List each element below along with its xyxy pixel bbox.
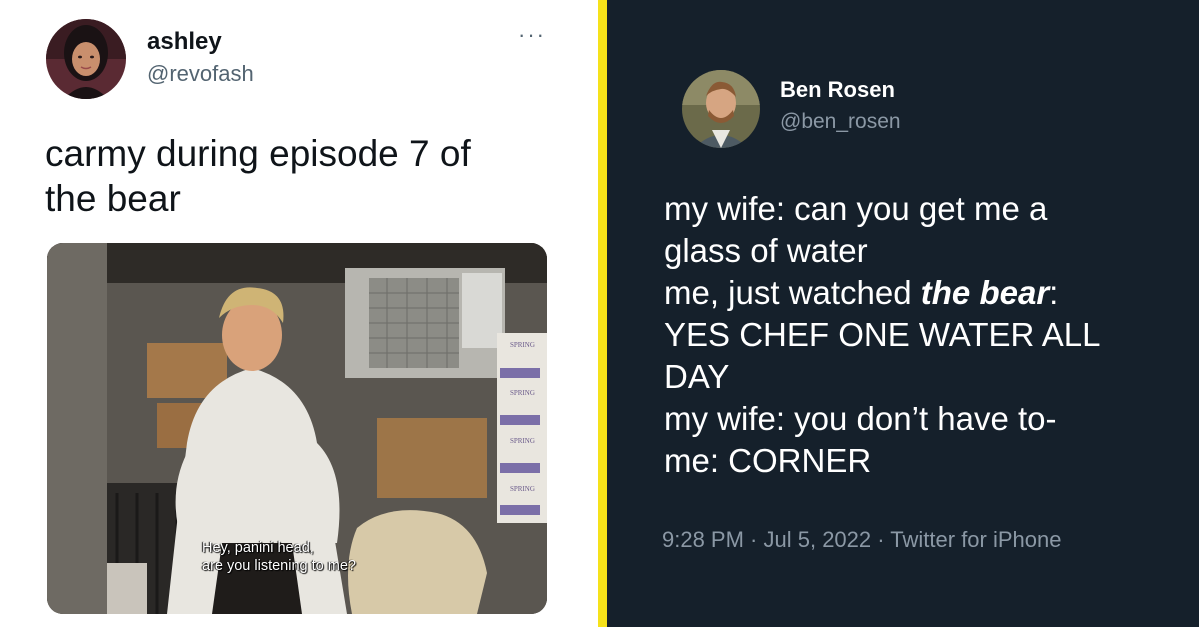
tweet-date[interactable]: Jul 5, 2022 — [764, 527, 872, 552]
yellow-divider — [598, 0, 607, 627]
meta-separator: · — [871, 527, 891, 552]
more-options-icon[interactable]: ··· — [518, 22, 546, 48]
meta-separator: · — [743, 527, 764, 552]
avatar[interactable] — [682, 70, 760, 148]
display-name[interactable]: Ben Rosen — [780, 77, 895, 103]
tweet-text-line: glass of water — [664, 232, 868, 269]
tweet-text-line: YES CHEF ONE WATER ALL — [664, 316, 1101, 353]
tweet-time[interactable]: 9:28 PM — [662, 527, 744, 552]
tweet-source[interactable]: Twitter for iPhone — [890, 527, 1061, 552]
user-handle[interactable]: @revofash — [147, 61, 254, 87]
tweet-metadata: 9:28 PM · Jul 5, 2022 · Twitter for iPho… — [662, 527, 1061, 553]
emphasized-text: the bear — [920, 274, 1050, 311]
box-label: SPRING — [510, 437, 535, 445]
avatar[interactable] — [46, 19, 126, 99]
tweet-text-line: my wife: you don’t have to- — [664, 400, 1057, 437]
box-label: SPRING — [510, 389, 535, 397]
caption-line: are you listening to me? — [202, 558, 356, 574]
box-label: SPRING — [510, 341, 535, 349]
tweet-text-line: the bear — [45, 178, 181, 219]
tweet-media-image[interactable]: SPRING SPRING SPRING SPRING Hey, panini … — [47, 243, 547, 614]
tweet-text-line: me, just watched the bear: — [664, 272, 1164, 314]
image-caption: Hey, panini head, are you listening to m… — [202, 539, 356, 575]
tweet-text-line: carmy during episode 7 of — [45, 133, 471, 174]
tweet-text-line: me: CORNER — [664, 442, 872, 479]
display-name[interactable]: ashley — [147, 28, 222, 56]
tweet-text: carmy during episode 7 of the bear — [45, 131, 545, 221]
caption-line: Hey, panini head, — [202, 540, 314, 556]
tweet-text-segment: me, just watched — [664, 274, 921, 311]
user-handle[interactable]: @ben_rosen — [780, 110, 901, 134]
box-label: SPRING — [510, 485, 535, 493]
tweet-text-line: my wife: can you get me a — [664, 190, 1048, 227]
tweet-text-line: DAY — [664, 358, 730, 395]
left-tweet-panel: ashley @revofash ··· carmy during episod… — [0, 0, 598, 627]
tweet-text: my wife: can you get me a glass of water… — [664, 188, 1164, 482]
tweet-text-segment: : — [1049, 274, 1059, 311]
